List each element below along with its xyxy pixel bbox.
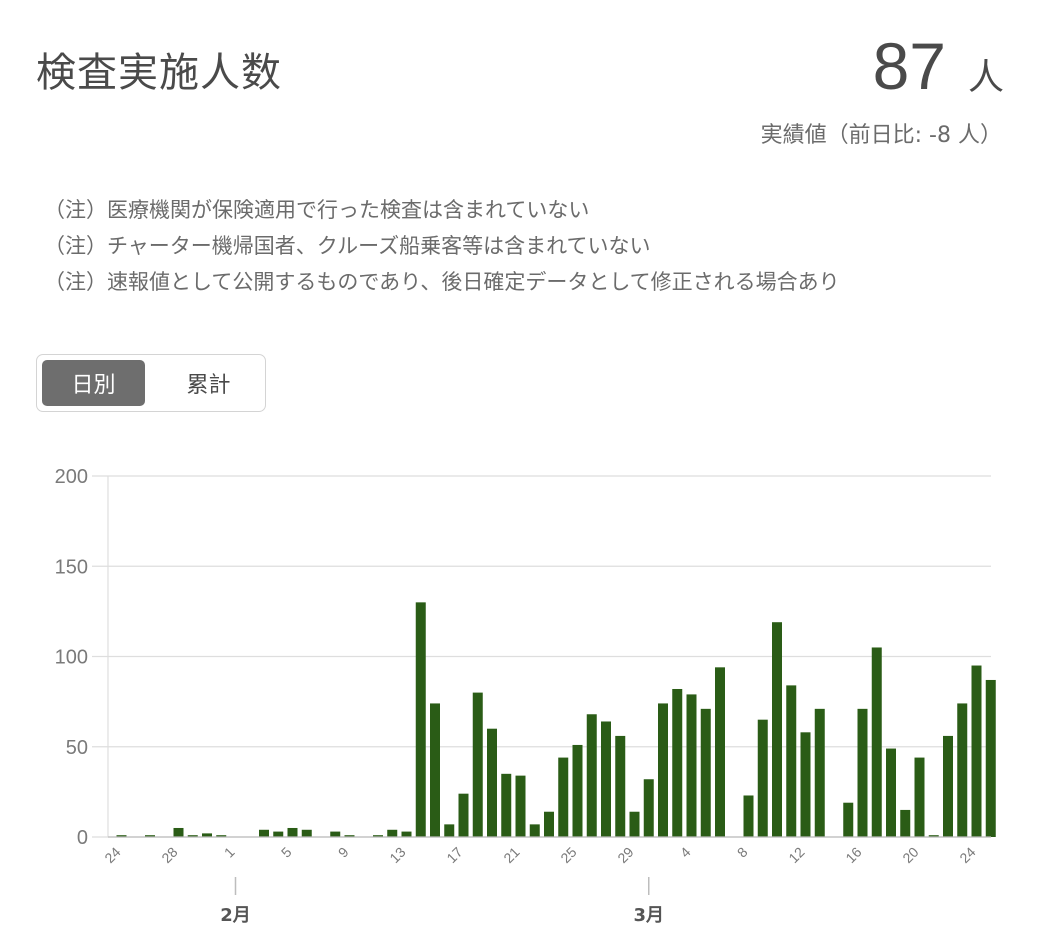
bar[interactable] (330, 831, 341, 837)
bar[interactable] (515, 775, 526, 837)
daily-bar-chart: 0 50 100 150 200 24 28 1 5 9 13 17 21 25 29 4 8 12 16 20 24… (55, 466, 996, 926)
y-tick-label: 0 (77, 827, 88, 849)
page-title: 検査実施人数 (36, 50, 282, 96)
bar[interactable] (914, 757, 925, 837)
bar[interactable] (430, 703, 440, 837)
bar[interactable] (985, 679, 996, 837)
bar[interactable] (529, 824, 540, 837)
x-tick-label: 1 (221, 844, 238, 861)
x-tick-label: 8 (734, 844, 751, 861)
cumulative-button[interactable]: 累計 (157, 360, 260, 406)
bar[interactable] (672, 688, 683, 837)
bar[interactable] (273, 831, 284, 837)
bar[interactable] (886, 748, 896, 837)
total-value: 87 人 (873, 28, 1004, 104)
bar[interactable] (558, 757, 569, 837)
bar[interactable] (786, 685, 797, 837)
bar[interactable] (487, 728, 497, 837)
bar[interactable] (301, 829, 312, 837)
daily-button[interactable]: 日別 (42, 360, 145, 406)
x-tick-label: 25 (557, 844, 579, 866)
bar[interactable] (643, 779, 654, 837)
value-caption: 実績値（前日比: -8 人） (760, 123, 1002, 148)
bar[interactable] (700, 708, 711, 837)
bar[interactable] (572, 744, 583, 837)
bar[interactable] (772, 622, 782, 837)
note-item: （注）速報値として公開するものであり、後日確定データとして修正される場合あり (44, 270, 840, 294)
x-tick-label: 21 (500, 844, 522, 866)
bar[interactable] (472, 692, 483, 837)
bar[interactable] (957, 703, 968, 837)
x-tick-label: 12 (785, 844, 807, 866)
notes-list: （注）医療機関が保険適用で行った検査は含まれていない （注）チャーター機帰国者、… (44, 192, 840, 300)
bar[interactable] (629, 811, 640, 837)
x-tick-label: 24 (101, 844, 123, 866)
x-tick-label: 24 (956, 844, 978, 866)
x-tick-label: 17 (443, 844, 465, 866)
y-tick-label: 100 (55, 647, 88, 669)
bar[interactable] (501, 773, 512, 837)
bar[interactable] (401, 831, 412, 837)
bar[interactable] (857, 708, 868, 837)
bar[interactable] (173, 827, 184, 837)
month-label: 3月 (633, 905, 664, 926)
bar[interactable] (871, 647, 882, 837)
x-tick-label: 28 (158, 844, 180, 866)
bar[interactable] (814, 708, 825, 837)
total-unit: 人 (967, 57, 1004, 98)
note-item: （注）チャーター機帰国者、クルーズ船乗客等は含まれていない (44, 234, 651, 258)
bar[interactable] (544, 811, 554, 837)
y-tick-label: 200 (55, 466, 88, 488)
bar[interactable] (287, 827, 298, 837)
bar[interactable] (843, 802, 854, 837)
bar[interactable] (658, 703, 668, 837)
bar[interactable] (743, 795, 754, 837)
bar[interactable] (943, 735, 953, 837)
bar[interactable] (259, 829, 269, 837)
bar[interactable] (900, 809, 911, 837)
bar[interactable] (444, 824, 455, 837)
month-label: 2月 (220, 905, 251, 926)
bar[interactable] (715, 667, 725, 837)
bar[interactable] (757, 719, 768, 837)
bar[interactable] (586, 714, 597, 837)
bar[interactable] (686, 694, 697, 837)
x-tick-label: 13 (386, 844, 408, 866)
bar[interactable] (387, 829, 398, 837)
y-tick-label: 150 (55, 556, 88, 578)
x-tick-label: 16 (842, 844, 864, 866)
bar[interactable] (458, 793, 469, 837)
x-tick-label: 4 (677, 844, 694, 861)
bar[interactable] (415, 602, 426, 837)
note-item: （注）医療機関が保険適用で行った検査は含まれていない (44, 198, 590, 222)
y-tick-label: 50 (66, 737, 88, 759)
total-number: 87 (872, 29, 946, 103)
bar[interactable] (971, 665, 982, 837)
x-tick-label: 9 (335, 844, 352, 861)
view-toggle: 日別 累計 (36, 354, 266, 412)
bar[interactable] (800, 732, 811, 837)
bar[interactable] (615, 735, 626, 837)
x-tick-label: 29 (614, 844, 636, 866)
bar[interactable] (601, 721, 611, 837)
x-tick-label: 5 (278, 844, 295, 861)
x-tick-label: 20 (899, 844, 921, 866)
